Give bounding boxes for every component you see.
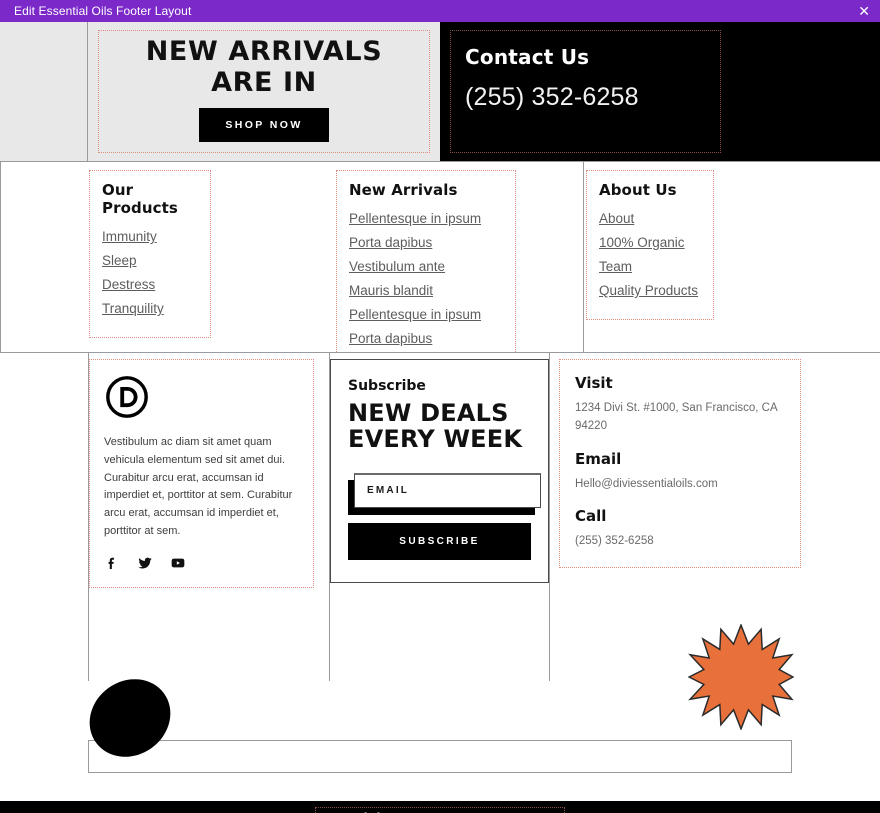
subscribe-button[interactable]: SUBSCRIBE bbox=[348, 522, 531, 560]
call-number: (255) 352-6258 bbox=[575, 535, 654, 548]
email-input[interactable] bbox=[354, 472, 541, 508]
contact-info-widget[interactable]: Visit 1234 Divi St. #1000, San Francisco… bbox=[559, 359, 801, 569]
twitter-icon[interactable] bbox=[137, 555, 153, 571]
contact-phone: (255) 352-6258 bbox=[465, 83, 639, 111]
subscribe-widget[interactable]: Subscribe NEW DEALS EVERY WEEK SUBSCRIBE bbox=[330, 359, 549, 583]
link-column-new-arrivals[interactable]: New Arrivals Pellentesque in ipsum Porta… bbox=[336, 170, 516, 368]
link-column-heading: Our Products bbox=[102, 181, 178, 217]
hero-section: NEW ARRIVALS ARE IN SHOP NOW Contact Us … bbox=[0, 22, 880, 161]
link-column-our-products[interactable]: Our Products Immunity Sleep Destress Tra… bbox=[89, 170, 211, 338]
column-divider-right bbox=[583, 162, 584, 352]
social-links bbox=[104, 555, 299, 571]
hero-promo-cell[interactable]: NEW ARRIVALS ARE IN SHOP NOW bbox=[88, 22, 440, 161]
window-title: Edit Essential Oils Footer Layout bbox=[14, 4, 192, 18]
column-divider-left bbox=[0, 162, 1, 352]
hero-right-column: Contact Us (255) 352-6258 bbox=[440, 22, 880, 161]
email-field-wrapper bbox=[348, 472, 541, 515]
footer-links-section: Our Products Immunity Sleep Destress Tra… bbox=[0, 161, 880, 368]
hero-left-gutter bbox=[0, 22, 88, 161]
about-description: Vestibulum ac diam sit amet quam vehicul… bbox=[104, 436, 293, 538]
link-item[interactable]: Vestibulum ante bbox=[349, 259, 503, 274]
empty-module-box[interactable] bbox=[88, 740, 792, 773]
link-item[interactable]: About bbox=[599, 211, 701, 226]
subscribe-eyebrow: Subscribe bbox=[348, 378, 426, 394]
email-heading: Email bbox=[575, 449, 622, 468]
link-item[interactable]: Sleep bbox=[102, 253, 198, 268]
copyright-section: Copyright © 2021 Company Name bbox=[0, 801, 880, 813]
link-item[interactable]: Tranquility bbox=[102, 301, 198, 316]
copyright-text[interactable]: Copyright © 2021 Company Name bbox=[314, 807, 566, 813]
contact-heading: Contact Us bbox=[465, 45, 590, 69]
link-item[interactable]: Quality Products bbox=[599, 283, 701, 298]
visit-address: 1234 Divi St. #1000, San Francisco, CA 9… bbox=[575, 402, 777, 432]
link-item[interactable]: Pellentesque in ipsum bbox=[349, 307, 503, 322]
divi-d-logo-icon bbox=[106, 376, 148, 418]
link-item[interactable]: Mauris blandit bbox=[349, 283, 503, 298]
starburst-shape bbox=[688, 624, 794, 730]
link-column-about-us[interactable]: About Us About 100% Organic Team Quality… bbox=[586, 170, 714, 320]
email-address: Hello@diviessentialoils.com bbox=[575, 477, 718, 490]
about-widget[interactable]: Vestibulum ac diam sit amet quam vehicul… bbox=[89, 359, 314, 588]
layout-canvas: NEW ARRIVALS ARE IN SHOP NOW Contact Us … bbox=[0, 22, 880, 813]
link-item[interactable]: Team bbox=[599, 259, 701, 274]
call-heading: Call bbox=[575, 507, 607, 526]
link-column-heading: New Arrivals bbox=[349, 181, 458, 199]
visit-heading: Visit bbox=[575, 374, 613, 392]
editor-title-bar: Edit Essential Oils Footer Layout ✕ bbox=[0, 0, 880, 22]
link-column-heading: About Us bbox=[599, 181, 677, 199]
contact-module[interactable]: Contact Us (255) 352-6258 bbox=[450, 30, 721, 153]
close-icon[interactable]: ✕ bbox=[858, 4, 870, 18]
hero-promo-module[interactable]: NEW ARRIVALS ARE IN SHOP NOW bbox=[98, 30, 430, 153]
shop-now-button[interactable]: SHOP NOW bbox=[199, 107, 329, 142]
link-item[interactable]: Immunity bbox=[102, 229, 198, 244]
link-item[interactable]: Porta dapibus bbox=[349, 235, 503, 250]
hero-headline: NEW ARRIVALS ARE IN bbox=[145, 36, 383, 98]
link-item[interactable]: Pellentesque in ipsum bbox=[349, 211, 503, 226]
youtube-icon[interactable] bbox=[170, 555, 186, 571]
facebook-icon[interactable] bbox=[104, 555, 120, 571]
widget-divider-3 bbox=[549, 353, 550, 681]
hero-left-column: NEW ARRIVALS ARE IN SHOP NOW bbox=[0, 22, 440, 161]
link-item[interactable]: Porta dapibus bbox=[349, 331, 503, 346]
subscribe-heading: NEW DEALS EVERY WEEK bbox=[348, 399, 523, 454]
link-item[interactable]: 100% Organic bbox=[599, 235, 701, 250]
link-item[interactable]: Destress bbox=[102, 277, 198, 292]
